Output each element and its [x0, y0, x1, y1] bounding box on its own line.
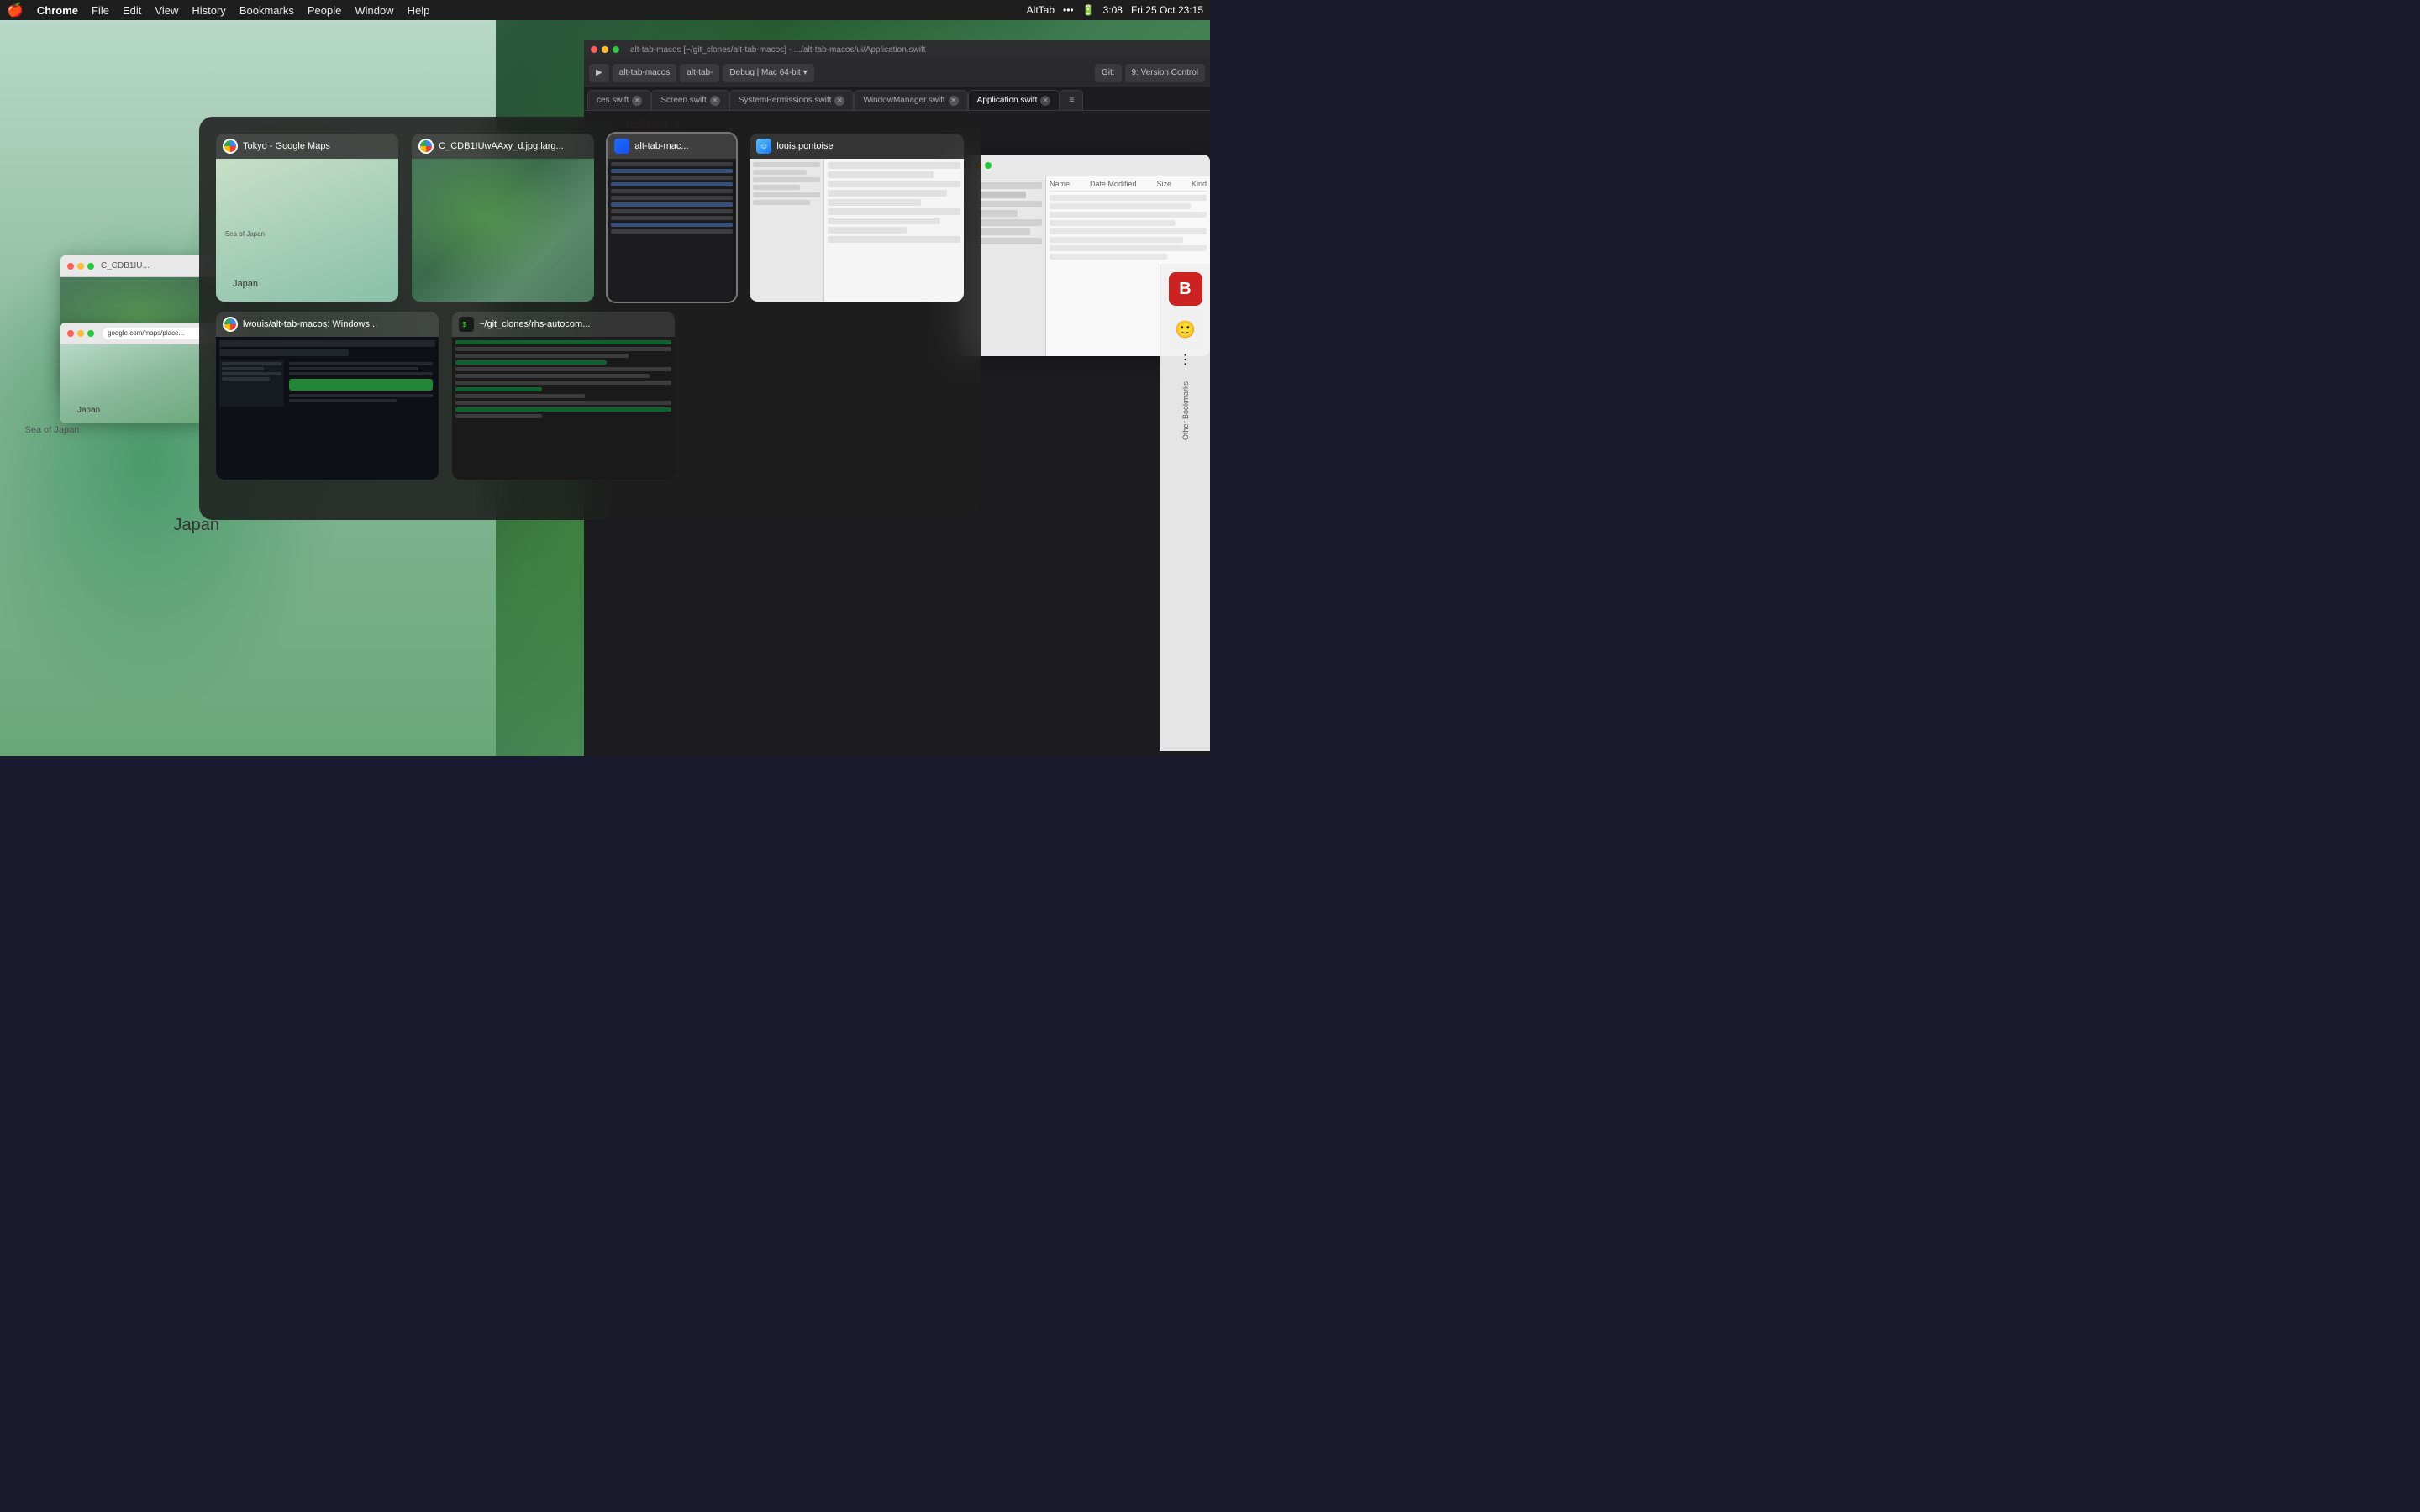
menu-bookmarks[interactable]: Bookmarks: [239, 4, 294, 17]
menu-window[interactable]: Window: [355, 4, 393, 17]
xcode-debug-btn[interactable]: Debug | Mac 64-bit ▾: [723, 64, 813, 82]
finder-titlebar: [958, 155, 1210, 176]
xcode-scheme-btn[interactable]: alt-tab-macos: [613, 64, 677, 82]
menubar-dots: •••: [1063, 4, 1074, 16]
alttab-card-xcode[interactable]: alt-tab-mac...: [608, 134, 736, 302]
tab-close-btn[interactable]: ✕: [710, 96, 720, 106]
map-sea-label: Sea of Japan: [25, 425, 80, 435]
alttab-card-tokyo-maps[interactable]: Tokyo - Google Maps Japan Sea of Japan: [216, 134, 398, 302]
preview-japan-label: Japan: [233, 279, 258, 289]
menubar-right: AltTab ••• 🔋 3:08 Fri 25 Oct 23:15: [1027, 4, 1203, 16]
alttab-bottom-row: lwouis/alt-tab-macos: Windows...: [216, 312, 964, 480]
tab-label: Screen.swift: [660, 96, 706, 105]
menu-edit[interactable]: Edit: [123, 4, 141, 17]
apple-menu[interactable]: 🍎: [7, 2, 24, 18]
xcode-title: alt-tab-macos [~/git_clones/alt-tab-maco…: [630, 45, 926, 55]
finder-icon: ☺: [756, 139, 771, 154]
small-map-label: Japan: [77, 406, 100, 415]
finder-col-date: Date Modified: [1090, 180, 1137, 188]
menubar-time: 3:08: [1103, 4, 1123, 16]
tab-screen-swift[interactable]: Screen.swift ✕: [651, 90, 729, 110]
tab-close-btn[interactable]: ✕: [834, 96, 844, 106]
xcode-run-btn[interactable]: ▶: [589, 64, 609, 82]
card-title-terminal: ~/git_clones/rhs-autocom...: [479, 319, 590, 329]
xcode-titlebar: alt-tab-macos [~/git_clones/alt-tab-maco…: [584, 40, 1210, 59]
xcode-minimize-btn[interactable]: [602, 46, 608, 53]
tab-label: Application.swift: [977, 96, 1038, 105]
card-title-finder: louis.pontoise: [776, 141, 833, 151]
debug-chevron: ▾: [803, 68, 808, 77]
xcode-git-btn[interactable]: Git:: [1095, 64, 1122, 82]
desktop: Japan Sea of Japan C_CDB1IU... google.co…: [0, 20, 1210, 756]
alttab-card-github[interactable]: lwouis/alt-tab-macos: Windows...: [216, 312, 439, 480]
scheme-label: alt-tab-macos: [619, 68, 671, 77]
bookmarks-sidebar: B 🙂 ⋮ Other Bookmarks: [1160, 264, 1210, 751]
xcode-zoom-btn[interactable]: [613, 46, 619, 53]
menubar-left: 🍎 Chrome File Edit View History Bookmark…: [7, 2, 429, 18]
bookmark-more-btn[interactable]: ⋮: [1179, 353, 1192, 366]
alttab-card-anime[interactable]: C_CDB1IUwAAxy_d.jpg:larg...: [412, 134, 594, 302]
alttab-overlay: Tokyo - Google Maps Japan Sea of Japan C…: [199, 117, 981, 520]
tab-label: ces.swift: [597, 96, 629, 105]
menu-help[interactable]: Help: [408, 4, 430, 17]
bookmark-icon-red[interactable]: B: [1169, 272, 1202, 306]
small-url-text: google.com/maps/place...: [108, 329, 184, 337]
finder-zoom[interactable]: [985, 162, 992, 169]
alttab-card-finder[interactable]: ☺ louis.pontoise: [750, 134, 964, 302]
bookmark-icon-smiley[interactable]: 🙂: [1169, 312, 1202, 346]
tab-extra[interactable]: ≡: [1060, 90, 1083, 110]
tab-close-btn[interactable]: ✕: [949, 96, 959, 106]
preview-sea-label: Sea of Japan: [225, 230, 265, 238]
tab-system-perms[interactable]: SystemPermissions.swift ✕: [729, 90, 855, 110]
app-name[interactable]: Chrome: [37, 4, 78, 17]
finder-col-kind: Kind: [1192, 180, 1207, 188]
bookmark-icon-letter: B: [1179, 280, 1191, 299]
finder-col-name: Name: [1050, 180, 1070, 188]
tab-window-manager[interactable]: WindowManager.swift ✕: [854, 90, 967, 110]
tab-label: ≡: [1069, 96, 1074, 105]
menubar-date: Fri 25 Oct 23:15: [1131, 4, 1203, 16]
card-title-anime: C_CDB1IUwAAxy_d.jpg:larg...: [439, 141, 564, 151]
traffic-yellow[interactable]: [77, 263, 84, 270]
tab-close-btn[interactable]: ✕: [1040, 96, 1050, 106]
traffic-red[interactable]: [67, 263, 74, 270]
tab-label: WindowManager.swift: [863, 96, 944, 105]
card-title-xcode: alt-tab-mac...: [634, 141, 688, 151]
menu-people[interactable]: People: [308, 4, 341, 17]
traffic-green[interactable]: [87, 263, 94, 270]
chrome-icon-3: [223, 317, 238, 332]
chrome-icon: [223, 139, 238, 154]
xcode-tab-bar: ces.swift ✕ Screen.swift ✕ SystemPermiss…: [584, 87, 1210, 111]
xcode-toolbar: ▶ alt-tab-macos alt-tab- Debug | Mac 64-…: [584, 59, 1210, 87]
card-title-github: lwouis/alt-tab-macos: Windows...: [243, 319, 377, 329]
xcode-icon: [614, 139, 629, 154]
run-icon: ▶: [596, 68, 602, 77]
tab-label: SystemPermissions.swift: [739, 96, 832, 105]
alttab-top-row: Tokyo - Google Maps Japan Sea of Japan C…: [216, 134, 964, 302]
chrome-icon-2: [418, 139, 434, 154]
terminal-icon: $_: [459, 317, 474, 332]
menu-history[interactable]: History: [192, 4, 225, 17]
finder-col-size: Size: [1156, 180, 1171, 188]
git-label: Git:: [1102, 68, 1115, 77]
tab-close-btn[interactable]: ✕: [632, 96, 642, 106]
xcode-target-btn[interactable]: alt-tab-: [680, 64, 719, 82]
menubar-battery: 🔋: [1082, 4, 1095, 16]
xcode-close-btn[interactable]: [591, 46, 597, 53]
debug-label: Debug | Mac 64-bit: [729, 68, 800, 77]
menu-view[interactable]: View: [155, 4, 178, 17]
version-label: 9: Version Control: [1132, 68, 1199, 77]
tab-application-swift[interactable]: Application.swift ✕: [968, 90, 1060, 110]
xcode-version-btn[interactable]: 9: Version Control: [1125, 64, 1206, 82]
card-title-maps: Tokyo - Google Maps: [243, 141, 330, 151]
alttab-menu-label: AltTab: [1027, 4, 1055, 16]
menu-file[interactable]: File: [92, 4, 109, 17]
target-label: alt-tab-: [687, 68, 713, 77]
menubar: 🍎 Chrome File Edit View History Bookmark…: [0, 0, 1210, 20]
other-bookmarks-label: Other Bookmarks: [1181, 381, 1190, 440]
alttab-card-terminal[interactable]: $_ ~/git_clones/rhs-autocom...: [452, 312, 675, 480]
small-chrome-title: C_CDB1IU...: [101, 261, 150, 270]
tab-ces-swift[interactable]: ces.swift ✕: [587, 90, 651, 110]
